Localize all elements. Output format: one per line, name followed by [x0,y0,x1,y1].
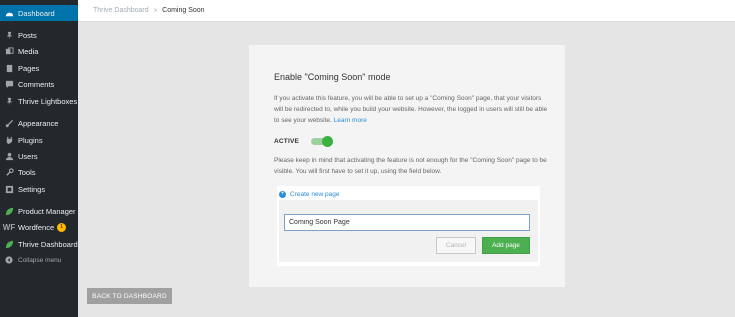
breadcrumb: Thrive Dashboard > Coming Soon [78,0,735,22]
leaf-icon [4,206,14,216]
sidebar-item-appearance[interactable]: Appearance [0,115,78,131]
create-new-page-label: Create new page [290,191,340,198]
coming-soon-toggle[interactable] [311,136,334,147]
active-label: ACTIVE [274,137,300,145]
sidebar-item-media[interactable]: Media [0,43,78,59]
collapse-icon [4,255,14,265]
brush-icon [4,118,14,128]
create-new-page-link[interactable]: + Create new page [279,191,340,198]
sidebar-item-plugins[interactable]: Plugins [0,132,78,148]
media-icon [4,46,14,56]
pin-icon [4,30,14,40]
sidebar-item-product-manager[interactable]: Product Manager [0,203,78,219]
toggle-knob [322,136,334,147]
plus-icon: + [279,191,286,198]
sidebar-item-label: Comments [18,79,55,89]
breadcrumb-separator: > [153,7,158,14]
breadcrumb-link-thrive-dashboard[interactable]: Thrive Dashboard [93,7,149,14]
pages-icon [4,63,14,73]
sidebar-item-pages[interactable]: Pages [0,60,78,76]
collapse-menu-button[interactable]: Collapse menu [0,252,78,268]
settings-icon [4,184,14,194]
create-page-form: Cancel Add page [279,200,538,262]
active-toggle-row: ACTIVE [274,136,334,147]
sidebar-item-label: Tools [18,167,36,177]
wordfence-icon: WF [2,222,16,232]
sidebar-item-posts[interactable]: Posts [0,27,78,43]
sidebar-item-label: Pages [18,63,40,73]
sidebar-item-label: Media [18,46,39,56]
card-title: Enable "Coming Soon" mode [274,72,391,82]
comment-icon [4,79,14,89]
sidebar-item-thrive-lightboxes[interactable]: Thrive Lightboxes [0,93,78,109]
sidebar-item-label: Thrive Dashboard [18,239,78,249]
sidebar-item-label: Settings [18,184,46,194]
sidebar-item-tools[interactable]: Tools [0,164,78,180]
description-text: If you activate this feature, you will b… [274,95,548,124]
sidebar-item-wordfence[interactable]: WF Wordfence 1 [0,219,78,235]
sidebar-item-label: Appearance [18,118,59,128]
sidebar-item-users[interactable]: Users [0,148,78,164]
pin-icon [4,96,14,106]
sidebar-item-label: Collapse menu [18,256,62,264]
cancel-button[interactable]: Cancel [436,237,476,254]
sidebar-item-label: Thrive Lightboxes [18,96,78,106]
sidebar-item-thrive-dashboard[interactable]: Thrive Dashboard [0,236,78,252]
sidebar-item-comments[interactable]: Comments [0,76,78,92]
sidebar-item-settings[interactable]: Settings [0,181,78,197]
sidebar-item-dashboard[interactable]: Dashboard [0,5,78,21]
notification-badge: 1 [57,222,67,232]
sidebar-item-label: Users [18,151,38,161]
sidebar-item-label: Posts [18,30,37,40]
admin-sidebar: Dashboard Posts Media Pages Comments Thr… [0,0,78,317]
create-page-panel: + Create new page Cancel Add page [277,186,540,266]
plugin-icon [4,135,14,145]
leaf-icon [4,239,14,249]
back-to-dashboard-button[interactable]: BACK TO DASHBOARD [87,288,172,304]
wrench-icon [4,167,14,177]
sidebar-item-label: Wordfence [18,222,55,232]
setup-note: Please keep in mind that activating the … [274,157,547,175]
sidebar-item-label: Product Manager [18,206,76,216]
page-name-input[interactable] [284,214,530,231]
add-page-button[interactable]: Add page [482,237,530,254]
card-description: If you activate this feature, you will b… [274,93,549,126]
learn-more-link[interactable]: Learn more [334,117,367,124]
breadcrumb-current: Coming Soon [162,7,205,14]
sidebar-item-label: Dashboard [18,8,55,18]
user-icon [4,151,14,161]
sidebar-item-label: Plugins [18,135,43,145]
dashboard-icon [4,8,14,18]
